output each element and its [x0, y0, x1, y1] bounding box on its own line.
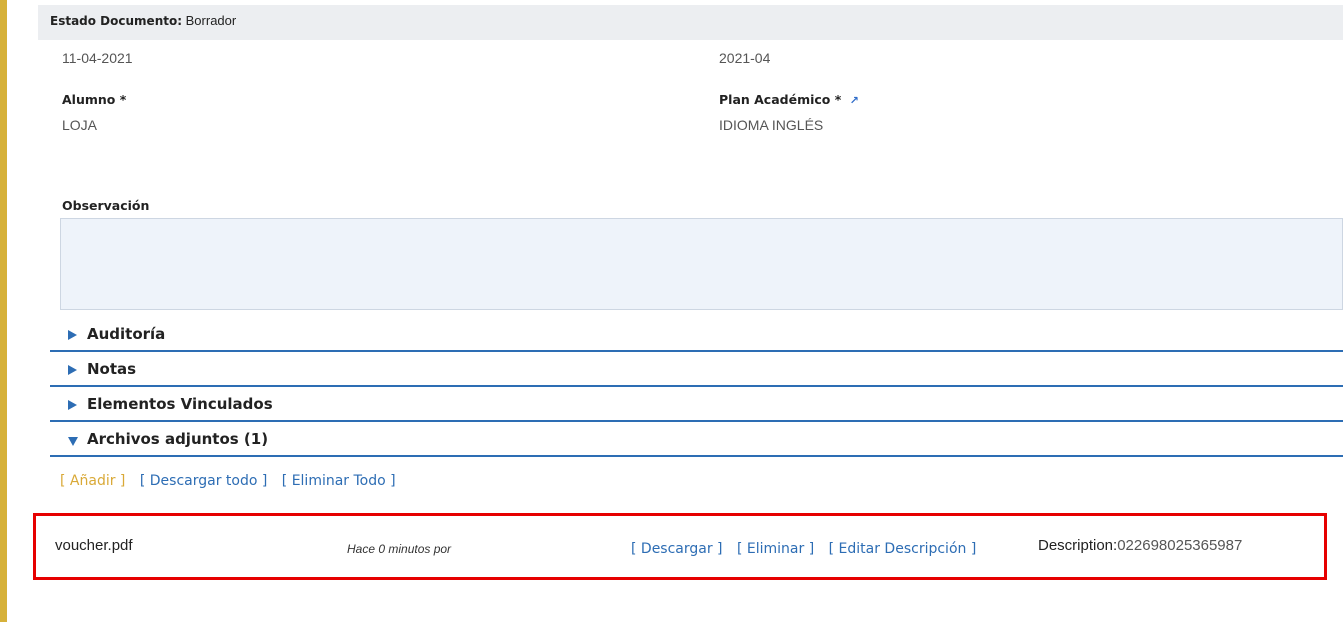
add-attachment-link[interactable]: [ Añadir ]: [60, 473, 125, 489]
observation-field[interactable]: [60, 218, 1343, 310]
expand-arrow-icon: [68, 365, 77, 375]
section-title: Notas: [87, 360, 137, 378]
left-accent-bar: [0, 0, 7, 622]
student-label: Alumno *: [62, 92, 127, 107]
student-value: LOJA: [62, 117, 98, 133]
attachments-actions: [ Añadir ] [ Descargar todo ] [ Eliminar…: [60, 473, 406, 489]
section-notas[interactable]: Notas: [50, 353, 1343, 387]
collapse-arrow-icon: [68, 437, 78, 446]
expand-arrow-icon: [68, 400, 77, 410]
delete-link[interactable]: [ Eliminar ]: [737, 541, 814, 557]
section-title: Auditoría: [87, 325, 166, 343]
section-auditoria[interactable]: Auditoría: [50, 318, 1343, 352]
file-name: voucher.pdf: [55, 537, 133, 554]
plan-value: IDIOMA INGLÉS: [719, 117, 824, 133]
status-value: Borrador: [185, 13, 237, 28]
expand-arrow-icon: [68, 330, 77, 340]
file-description: Description:022698025365987: [1038, 537, 1242, 554]
description-value: 022698025365987: [1117, 537, 1243, 554]
external-link-icon[interactable]: ↗: [850, 94, 859, 107]
document-date: 11-04-2021: [62, 50, 133, 66]
section-archivos-adjuntos[interactable]: Archivos adjuntos (1): [50, 423, 1343, 457]
section-title: Elementos Vinculados: [87, 395, 273, 413]
description-label: Description:: [1038, 537, 1118, 554]
file-actions: [ Descargar ] [ Eliminar ] [ Editar Desc…: [631, 541, 986, 557]
section-elementos-vinculados[interactable]: Elementos Vinculados: [50, 388, 1343, 422]
download-all-link[interactable]: [ Descargar todo ]: [140, 473, 267, 489]
document-status-bar: Estado Documento: Borrador: [38, 5, 1343, 40]
file-timestamp: Hace 0 minutos por: [347, 542, 452, 556]
delete-all-link[interactable]: [ Eliminar Todo ]: [282, 473, 396, 489]
status-label: Estado Documento:: [50, 14, 183, 28]
document-period: 2021-04: [719, 50, 771, 66]
observation-label: Observación: [62, 198, 150, 213]
download-link[interactable]: [ Descargar ]: [631, 541, 723, 557]
section-title: Archivos adjuntos (1): [87, 430, 269, 448]
attachment-row: voucher.pdf Hace 0 minutos por [ Descarg…: [33, 513, 1327, 580]
plan-label-container: Plan Académico * ↗: [719, 92, 859, 107]
plan-label: Plan Académico *: [719, 92, 842, 107]
edit-description-link[interactable]: [ Editar Descripción ]: [829, 541, 977, 557]
